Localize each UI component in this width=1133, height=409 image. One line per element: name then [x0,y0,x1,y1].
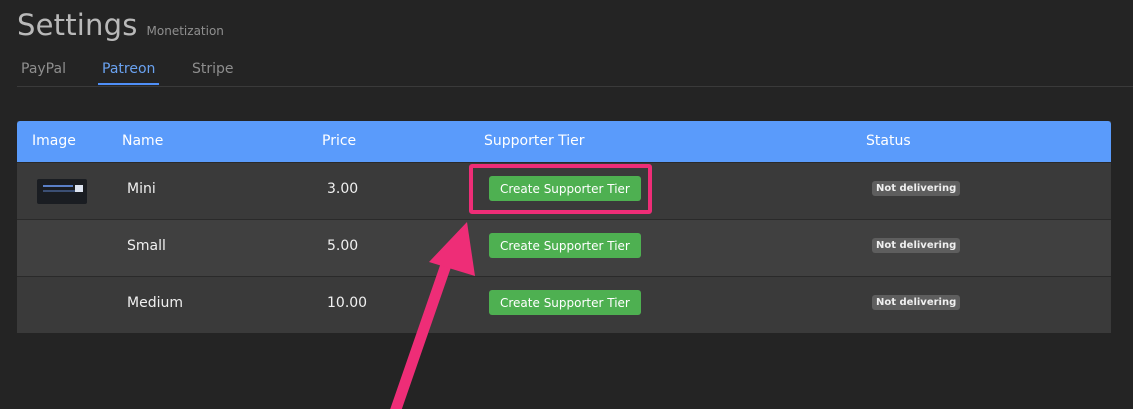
annotation-arrow-icon [390,222,475,409]
settings-page: Settings Monetization PayPal Patreon Str… [0,0,1133,409]
